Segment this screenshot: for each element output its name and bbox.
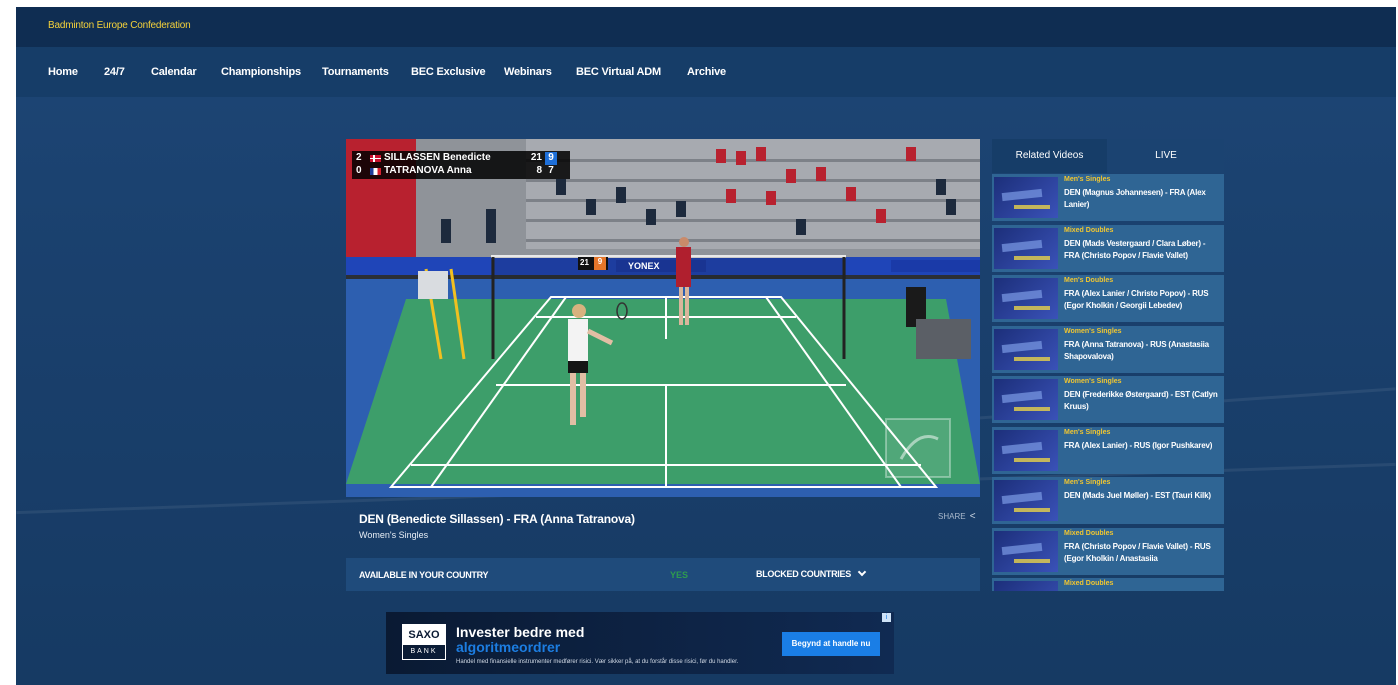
current-game-score: 9 <box>545 152 557 165</box>
video-thumbnail <box>994 480 1058 521</box>
scoreboard-row-player1: 2 SILLASSEN Benedicte 21 9 <box>352 152 570 165</box>
current-game-score: 7 <box>548 165 554 176</box>
related-video-item[interactable]: Men's Doubles FRA (Alex Lanier / Christo … <box>992 275 1224 322</box>
nav-item-247[interactable]: 24/7 <box>104 66 125 78</box>
court-score-left: 21 <box>580 258 589 267</box>
related-video-title: FRA (Alex Lanier / Christo Popov) - RUS … <box>1064 289 1209 310</box>
related-video-item[interactable]: Men's Singles DEN (Magnus Johannesen) - F… <box>992 174 1224 221</box>
share-label: SHARE <box>938 512 966 521</box>
related-video-item[interactable]: Mixed Doubles FRA (Christo Popov / Flavie… <box>992 527 1224 575</box>
nav-item-championships[interactable]: Championships <box>221 66 301 78</box>
game-score: 8 <box>536 165 542 176</box>
related-video-category: Mixed Doubles <box>1064 580 1114 587</box>
ad-disclaimer: Handel med finansielle instrumenter medf… <box>456 659 739 665</box>
related-video-title: FRA (Anna Tatranova) - RUS (Anastasiia S… <box>1064 339 1209 361</box>
court-scoreboard: 21 9 <box>578 257 608 270</box>
ad-cta-button[interactable]: Begynd at handle nu <box>782 632 880 656</box>
related-video-item[interactable]: Men's Singles FRA (Alex Lanier) - RUS (Ig… <box>992 426 1224 474</box>
video-category: Women's Singles <box>359 530 429 540</box>
related-panel: Related Videos LIVE Men's Singles DEN (Ma… <box>992 139 1224 591</box>
related-video-title: DEN (Mads Juel Møller) - EST (Tauri Kilk… <box>1064 491 1211 500</box>
chevron-down-icon <box>857 567 867 577</box>
page-frame: Badminton Europe Confederation Home 24/7… <box>16 7 1396 685</box>
video-player[interactable]: 2 SILLASSEN Benedicte 21 9 0 TATRANOVA A… <box>346 139 980 497</box>
related-video-title: FRA (Alex Lanier) - RUS (Igor Pushkarev) <box>1064 440 1213 450</box>
video-thumbnail <box>994 278 1058 319</box>
video-thumbnail <box>994 379 1058 420</box>
share-button[interactable]: SHARE < <box>938 511 976 522</box>
ad-headline: Invester bedre med <box>456 624 585 640</box>
game-score: 21 <box>530 152 542 163</box>
related-video-item[interactable]: Men's Singles DEN (Mads Juel Møller) - ES… <box>992 477 1224 524</box>
related-video-title: DEN (Frederikke Østergaard) - EST (Catly… <box>1064 390 1218 411</box>
sets-won: 0 <box>356 165 362 176</box>
share-icon: < <box>969 511 976 522</box>
scoreboard: 2 SILLASSEN Benedicte 21 9 0 TATRANOVA A… <box>352 151 570 179</box>
availability-label: AVAILABLE IN YOUR COUNTRY <box>359 570 489 580</box>
nav-item-tournaments[interactable]: Tournaments <box>322 66 389 78</box>
related-video-category: Men's Singles <box>1064 428 1111 436</box>
video-thumbnail <box>994 530 1058 572</box>
player-name: SILLASSEN Benedicte <box>384 152 491 163</box>
related-video-category: Men's Singles <box>1064 479 1111 486</box>
related-video-category: Men's Singles <box>1064 176 1111 183</box>
advertisement-banner[interactable]: SAXO BANK Invester bedre med algoritmeor… <box>386 612 894 674</box>
denmark-flag-icon <box>370 155 381 162</box>
video-thumbnail <box>994 227 1058 269</box>
related-video-category: Women's Singles <box>1064 378 1122 385</box>
video-frame-image <box>346 139 980 497</box>
nav-item-webinars[interactable]: Webinars <box>504 66 552 78</box>
top-bar: Badminton Europe Confederation <box>16 7 1396 47</box>
ad-info-icon[interactable]: i <box>882 613 891 622</box>
sponsor-board: YONEX <box>628 261 660 271</box>
related-video-item[interactable]: Women's Singles FRA (Anna Tatranova) - RU… <box>992 325 1224 373</box>
related-video-category: Mixed Doubles <box>1064 529 1114 537</box>
nav-item-archive[interactable]: Archive <box>687 66 726 78</box>
related-video-category: Mixed Doubles <box>1064 226 1114 234</box>
availability-bar: AVAILABLE IN YOUR COUNTRY YES BLOCKED CO… <box>346 558 980 591</box>
related-video-title: DEN (Magnus Johannesen) - FRA (Alex Lani… <box>1064 188 1206 209</box>
video-thumbnail <box>994 581 1058 591</box>
nav-item-bec-exclusive[interactable]: BEC Exclusive <box>411 66 486 78</box>
saxo-bank-logo: SAXO BANK <box>402 624 446 660</box>
nav-item-calendar[interactable]: Calendar <box>151 66 197 78</box>
related-video-item[interactable]: Mixed Doubles <box>992 578 1224 591</box>
availability-status: YES <box>670 570 689 580</box>
france-flag-icon <box>370 168 381 175</box>
scoreboard-row-player2: 0 TATRANOVA Anna 8 7 <box>352 165 570 178</box>
video-thumbnail <box>994 177 1058 218</box>
video-thumbnail <box>994 328 1058 370</box>
nav-item-bec-virtual-adm[interactable]: BEC Virtual ADM <box>576 66 661 78</box>
sets-won: 2 <box>356 152 362 163</box>
blocked-countries-label: BLOCKED COUNTRIES <box>756 569 851 579</box>
logo-text-top: SAXO <box>403 625 445 645</box>
related-video-title: DEN (Mads Vestergaard / Clara Løber) - F… <box>1064 238 1206 260</box>
tab-live[interactable]: LIVE <box>1108 139 1224 173</box>
main-nav: Home 24/7 Calendar Championships Tournam… <box>16 47 1396 97</box>
blocked-countries-toggle[interactable]: BLOCKED COUNTRIES <box>756 567 867 579</box>
video-title: DEN (Benedicte Sillassen) - FRA (Anna Ta… <box>359 512 635 526</box>
court-score-right: 9 <box>594 257 606 270</box>
tab-related-videos[interactable]: Related Videos <box>992 139 1107 173</box>
ad-subheadline: algoritmeordrer <box>456 639 561 655</box>
player-name: TATRANOVA Anna <box>384 165 472 176</box>
related-video-category: Men's Doubles <box>1064 277 1114 284</box>
related-video-title: FRA (Christo Popov / Flavie Vallet) - RU… <box>1064 541 1211 563</box>
video-thumbnail <box>994 429 1058 471</box>
related-video-item[interactable]: Women's Singles DEN (Frederikke Østergaar… <box>992 376 1224 423</box>
related-video-category: Women's Singles <box>1064 327 1122 335</box>
nav-item-home[interactable]: Home <box>48 66 78 78</box>
brand-link[interactable]: Badminton Europe Confederation <box>48 20 191 31</box>
logo-text-bottom: BANK <box>410 648 438 655</box>
related-video-item[interactable]: Mixed Doubles DEN (Mads Vestergaard / Cla… <box>992 224 1224 272</box>
